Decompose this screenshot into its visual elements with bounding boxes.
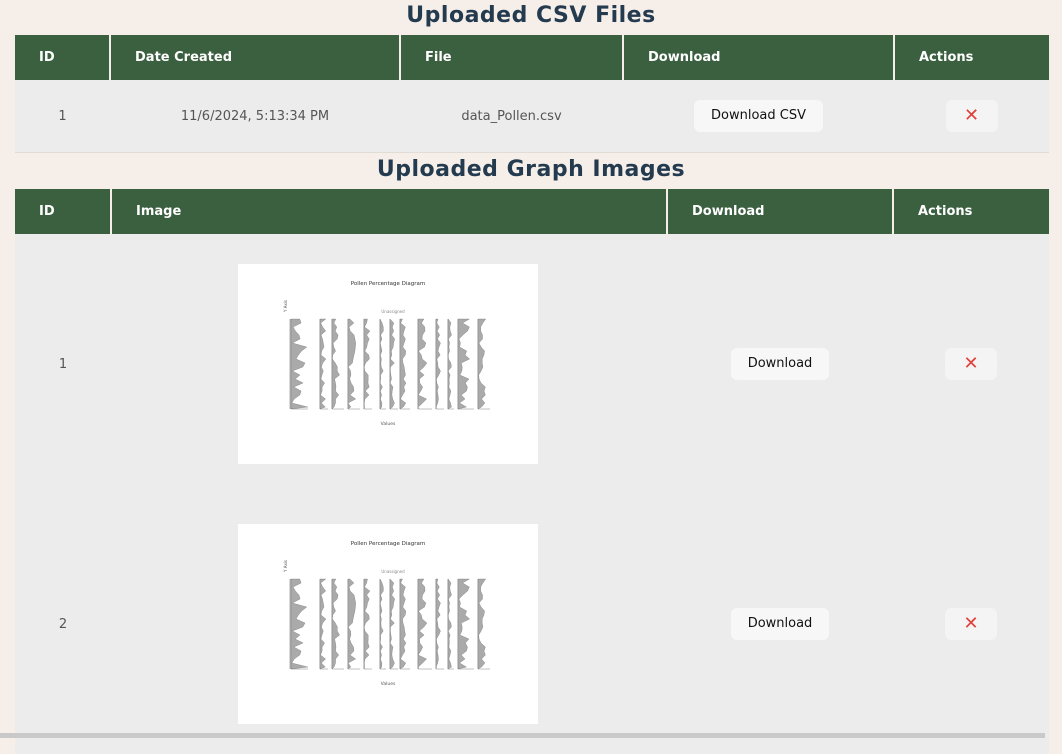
column-header-download: Download	[622, 35, 894, 80]
horizontal-scrollbar[interactable]	[0, 733, 1045, 738]
row-image-cell: Pollen Percentage Diagram Unassigned Value…	[111, 494, 667, 754]
close-x-icon: ✕	[963, 353, 979, 374]
row-actions-cell: ✕	[894, 80, 1049, 153]
column-header-id: ID	[15, 35, 110, 80]
svg-text:Y Axis: Y Axis	[283, 560, 288, 573]
table-header-row: ID Image Download Actions	[15, 189, 1049, 234]
row-date-created: 11/6/2024, 5:13:34 PM	[110, 80, 400, 153]
svg-text:Unassigned: Unassigned	[381, 569, 405, 574]
thumbnail-title: Pollen Percentage Diagram	[351, 541, 425, 547]
graph-thumbnail-image: Pollen Percentage Diagram Unassigned Value…	[238, 524, 538, 724]
svg-text:Values: Values	[381, 681, 396, 687]
download-csv-button[interactable]: Download CSV	[694, 100, 823, 132]
svg-text:Values: Values	[381, 421, 396, 427]
row-id: 2	[15, 494, 111, 754]
close-x-icon: ✕	[963, 105, 980, 126]
graph-images-table: ID Image Download Actions 1 Pollen Perce…	[15, 189, 1049, 754]
row-download-cell: Download	[667, 494, 893, 754]
row-actions-cell: ✕	[893, 234, 1049, 494]
delete-button[interactable]: ✕	[945, 608, 997, 640]
delete-button[interactable]: ✕	[945, 348, 997, 380]
delete-button[interactable]: ✕	[945, 100, 998, 132]
svg-text:Y Axis: Y Axis	[283, 300, 288, 313]
csv-files-table: ID Date Created File Download Actions 1 …	[15, 35, 1049, 153]
csv-section-title: Uploaded CSV Files	[406, 3, 656, 28]
column-header-id: ID	[15, 189, 111, 234]
column-header-image: Image	[110, 189, 667, 234]
svg-text:Unassigned: Unassigned	[381, 309, 405, 314]
table-row: 1 Pollen Percentage Diagram Unassigned Val…	[15, 234, 1049, 494]
row-file-name: data_Pollen.csv	[400, 80, 623, 153]
row-download-cell: Download	[667, 234, 893, 494]
row-id: 1	[15, 234, 111, 494]
column-header-actions: Actions	[892, 189, 1049, 234]
row-id: 1	[15, 80, 110, 153]
row-actions-cell: ✕	[893, 494, 1049, 754]
table-header-row: ID Date Created File Download Actions	[15, 35, 1049, 80]
download-image-button[interactable]: Download	[730, 608, 830, 640]
row-image-cell: Pollen Percentage Diagram Unassigned Value…	[111, 234, 667, 494]
thumbnail-title: Pollen Percentage Diagram	[351, 281, 425, 287]
images-section-title: Uploaded Graph Images	[376, 157, 686, 182]
graph-thumbnail-image: Pollen Percentage Diagram Unassigned Value…	[238, 264, 538, 464]
table-row: 1 11/6/2024, 5:13:34 PM data_Pollen.csv …	[15, 80, 1049, 153]
column-header-file: File	[399, 35, 623, 80]
column-header-date-created: Date Created	[109, 35, 400, 80]
table-row: 2 Pollen Percentage Diagram Unassigned Val…	[15, 494, 1049, 754]
download-image-button[interactable]: Download	[730, 348, 830, 380]
column-header-download: Download	[666, 189, 893, 234]
close-x-icon: ✕	[963, 613, 979, 634]
column-header-actions: Actions	[893, 35, 1049, 80]
row-download-cell: Download CSV	[623, 80, 894, 153]
